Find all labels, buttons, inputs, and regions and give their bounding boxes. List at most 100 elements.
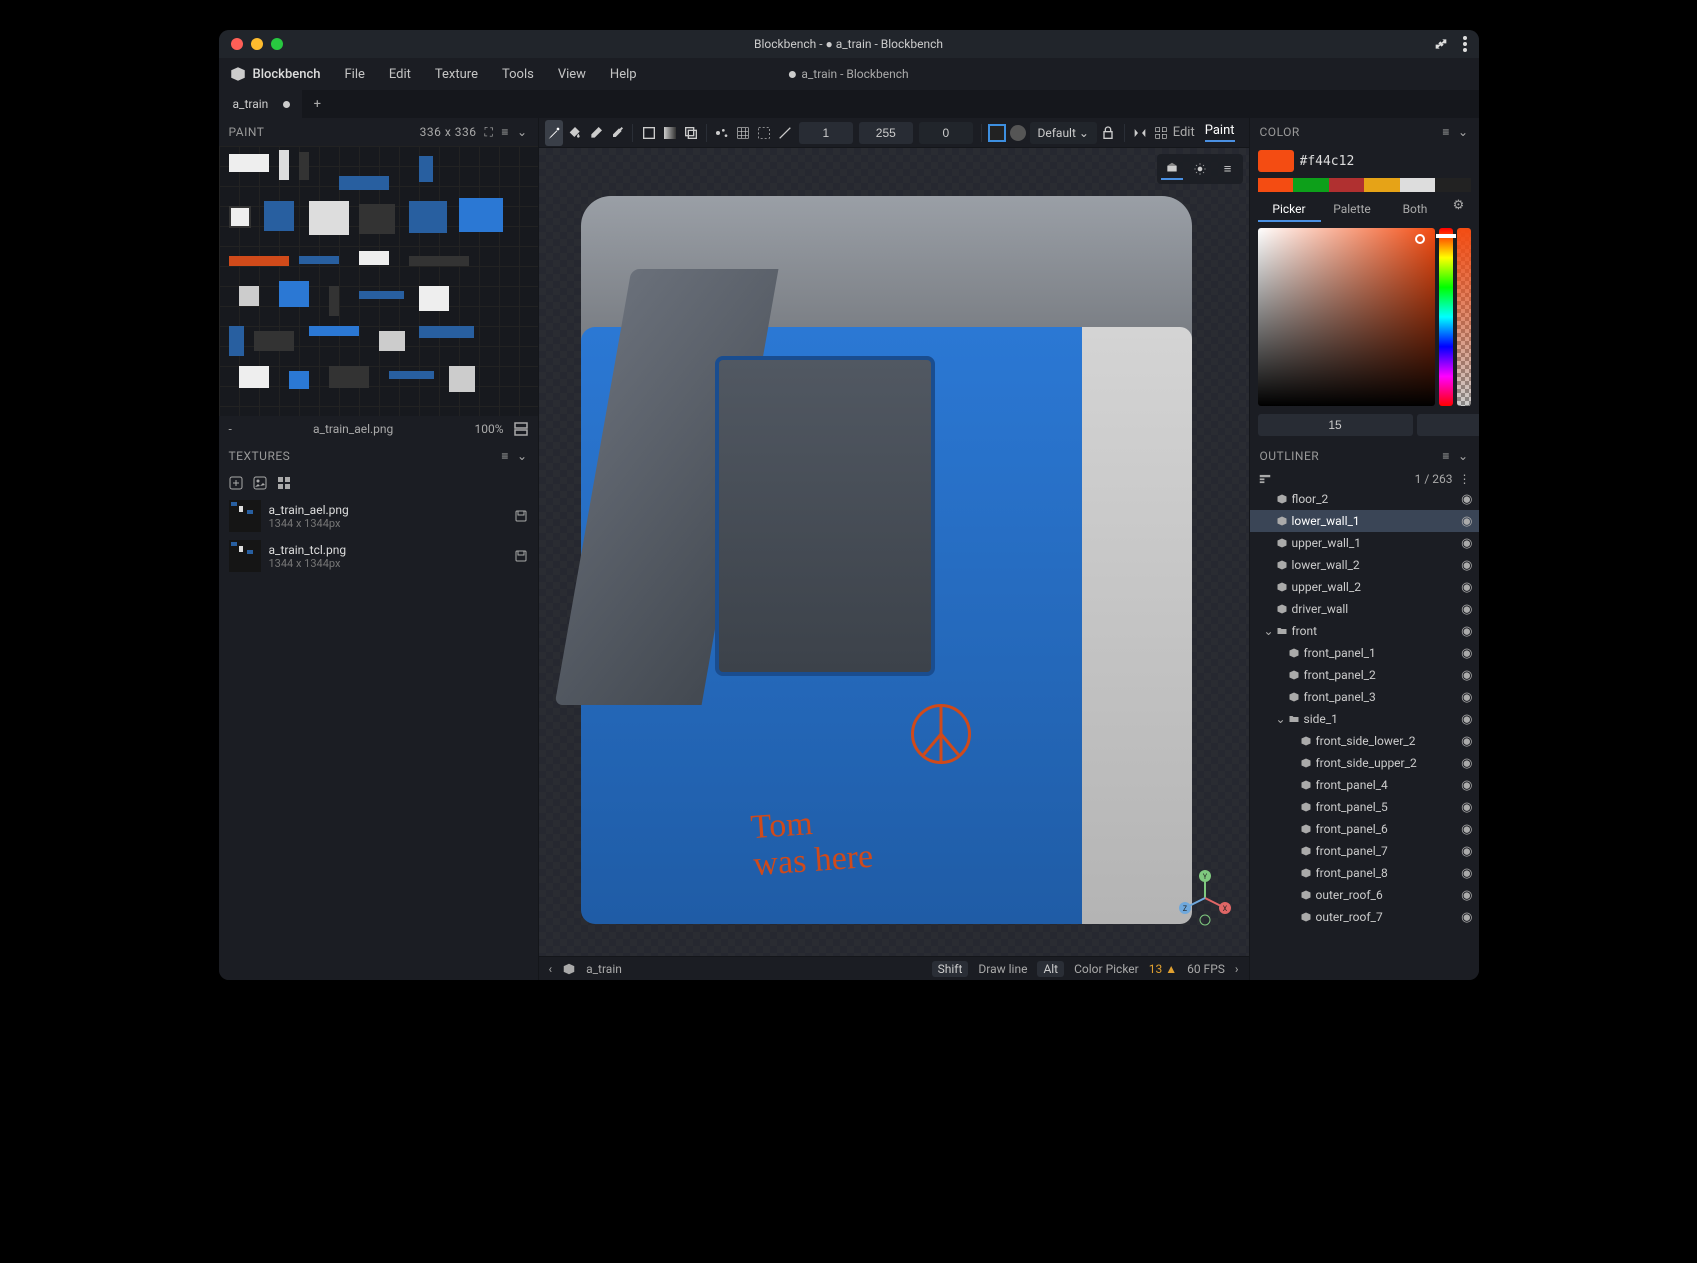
visibility-toggle-icon[interactable]: ◉ bbox=[1461, 580, 1472, 595]
visibility-toggle-icon[interactable]: ◉ bbox=[1461, 734, 1472, 749]
visibility-toggle-icon[interactable]: ◉ bbox=[1461, 822, 1472, 837]
mode-paint[interactable]: Paint bbox=[1205, 123, 1235, 142]
outliner-cube[interactable]: front_panel_2◉ bbox=[1250, 664, 1479, 686]
outliner-cube[interactable]: front_side_lower_2◉ bbox=[1250, 730, 1479, 752]
hue-slider[interactable] bbox=[1439, 228, 1453, 406]
panel-menu-icon[interactable]: ≡ bbox=[1442, 449, 1450, 463]
outliner-cube[interactable]: driver_wall◉ bbox=[1250, 598, 1479, 620]
kebab-menu-icon[interactable] bbox=[1463, 36, 1467, 52]
line-tool-icon[interactable] bbox=[776, 120, 795, 146]
palette-swatch[interactable] bbox=[1364, 178, 1400, 192]
visibility-toggle-icon[interactable]: ◉ bbox=[1461, 712, 1472, 727]
color-tab-both[interactable]: Both bbox=[1384, 198, 1447, 222]
outliner-cube[interactable]: outer_roof_7◉ bbox=[1250, 906, 1479, 928]
panel-menu-icon[interactable]: ≡ bbox=[501, 125, 509, 139]
panel-menu-icon[interactable]: ≡ bbox=[501, 449, 509, 463]
gradient-tool-icon[interactable] bbox=[660, 120, 679, 146]
saturation-value-box[interactable] bbox=[1258, 228, 1435, 406]
visibility-toggle-icon[interactable]: ◉ bbox=[1461, 910, 1472, 925]
outliner-tree[interactable]: floor_2◉lower_wall_1◉upper_wall_1◉lower_… bbox=[1250, 488, 1479, 980]
palette-swatch[interactable] bbox=[1435, 178, 1471, 192]
outliner-cube[interactable]: front_panel_8◉ bbox=[1250, 862, 1479, 884]
uv-editor-canvas[interactable] bbox=[219, 146, 538, 416]
texture-item[interactable]: a_train_tcl.png 1344 x 1344px bbox=[219, 536, 538, 576]
mirror-paint-icon[interactable] bbox=[1131, 120, 1150, 146]
save-texture-icon[interactable] bbox=[514, 509, 528, 523]
visibility-toggle-icon[interactable]: ◉ bbox=[1461, 536, 1472, 551]
palette-swatch[interactable] bbox=[1329, 178, 1365, 192]
visibility-toggle-icon[interactable]: ◉ bbox=[1461, 756, 1472, 771]
status-prev-icon[interactable]: ‹ bbox=[549, 962, 553, 976]
outliner-cube[interactable]: upper_wall_2◉ bbox=[1250, 576, 1479, 598]
palette-swatch[interactable] bbox=[1258, 178, 1294, 192]
palette-swatch[interactable] bbox=[1293, 178, 1329, 192]
outliner-group[interactable]: ⌄side_1◉ bbox=[1250, 708, 1479, 730]
visibility-toggle-icon[interactable]: ◉ bbox=[1461, 844, 1472, 859]
expand-chevron-icon[interactable]: ⌄ bbox=[1274, 712, 1288, 726]
mirror-square-icon[interactable] bbox=[988, 120, 1007, 146]
texture-grid-icon[interactable] bbox=[277, 476, 291, 490]
outliner-cube[interactable]: front_side_upper_2◉ bbox=[1250, 752, 1479, 774]
menu-help[interactable]: Help bbox=[600, 63, 647, 86]
visibility-toggle-icon[interactable]: ◉ bbox=[1461, 624, 1472, 639]
visibility-toggle-icon[interactable]: ◉ bbox=[1461, 888, 1472, 903]
mode-edit[interactable]: Edit bbox=[1173, 125, 1195, 140]
visibility-toggle-icon[interactable]: ◉ bbox=[1461, 778, 1472, 793]
brush-softness-input[interactable] bbox=[919, 122, 973, 144]
menu-file[interactable]: File bbox=[334, 63, 374, 86]
color-grid-icon[interactable] bbox=[1152, 120, 1171, 146]
current-color-swatch[interactable] bbox=[1258, 150, 1294, 172]
brush-preset-icon[interactable] bbox=[713, 120, 732, 146]
hue-input[interactable] bbox=[1258, 414, 1413, 436]
color-tab-palette[interactable]: Palette bbox=[1321, 198, 1384, 222]
import-texture-icon[interactable] bbox=[253, 476, 267, 490]
add-tab-button[interactable]: + bbox=[302, 90, 332, 118]
panel-menu-icon[interactable]: ≡ bbox=[1442, 125, 1450, 139]
fullscreen-icon[interactable]: ⛶ bbox=[485, 125, 494, 140]
mirror-circle-icon[interactable] bbox=[1009, 120, 1028, 146]
status-next-icon[interactable]: › bbox=[1235, 962, 1239, 976]
project-tab-active[interactable]: a_train bbox=[219, 90, 303, 118]
palette-swatch[interactable] bbox=[1400, 178, 1436, 192]
outliner-cube[interactable]: front_panel_4◉ bbox=[1250, 774, 1479, 796]
eraser-tool-icon[interactable] bbox=[586, 120, 605, 146]
visibility-toggle-icon[interactable]: ◉ bbox=[1461, 514, 1472, 529]
maximize-window-button[interactable] bbox=[271, 38, 283, 50]
sat-input[interactable] bbox=[1417, 414, 1479, 436]
hue-handle-icon[interactable] bbox=[1436, 234, 1456, 238]
brush-tool-icon[interactable] bbox=[545, 120, 564, 146]
outliner-cube[interactable]: floor_2◉ bbox=[1250, 488, 1479, 510]
copy-tool-icon[interactable] bbox=[681, 120, 700, 146]
outliner-cube[interactable]: front_panel_7◉ bbox=[1250, 840, 1479, 862]
outliner-more-icon[interactable]: ⋮ bbox=[1459, 472, 1471, 486]
visibility-toggle-icon[interactable]: ◉ bbox=[1461, 866, 1472, 881]
menu-edit[interactable]: Edit bbox=[379, 63, 421, 86]
color-tab-picker[interactable]: Picker bbox=[1258, 198, 1321, 222]
color-hex-input[interactable] bbox=[1300, 154, 1469, 169]
outliner-toggle-icon[interactable] bbox=[1258, 472, 1272, 486]
outliner-cube[interactable]: lower_wall_1◉ bbox=[1250, 510, 1479, 532]
panel-collapse-icon[interactable]: ⌄ bbox=[517, 125, 528, 139]
visibility-toggle-icon[interactable]: ◉ bbox=[1461, 602, 1472, 617]
selection-tool-icon[interactable] bbox=[755, 120, 774, 146]
menu-tools[interactable]: Tools bbox=[492, 63, 544, 86]
minimize-window-button[interactable] bbox=[251, 38, 263, 50]
quick-palette[interactable] bbox=[1258, 178, 1471, 192]
extension-icon[interactable] bbox=[1433, 36, 1449, 52]
outliner-cube[interactable]: outer_roof_6◉ bbox=[1250, 884, 1479, 906]
brush-size-input[interactable] bbox=[799, 122, 853, 144]
outliner-cube[interactable]: front_panel_1◉ bbox=[1250, 642, 1479, 664]
3d-viewport[interactable]: Tom was here ≡ bbox=[539, 148, 1249, 956]
eyedropper-tool-icon[interactable] bbox=[607, 120, 626, 146]
menu-view[interactable]: View bbox=[548, 63, 596, 86]
panel-collapse-icon[interactable]: ⌄ bbox=[1458, 449, 1469, 463]
visibility-toggle-icon[interactable]: ◉ bbox=[1461, 690, 1472, 705]
outliner-group[interactable]: ⌄front◉ bbox=[1250, 620, 1479, 642]
alpha-slider[interactable] bbox=[1457, 228, 1471, 406]
visibility-toggle-icon[interactable]: ◉ bbox=[1461, 668, 1472, 683]
expand-chevron-icon[interactable]: ⌄ bbox=[1262, 624, 1276, 638]
center-project-tab[interactable]: a_train - Blockbench bbox=[788, 67, 908, 81]
light-toggle-icon[interactable] bbox=[1189, 158, 1211, 180]
viewport-menu-icon[interactable]: ≡ bbox=[1217, 158, 1239, 180]
outliner-cube[interactable]: front_panel_6◉ bbox=[1250, 818, 1479, 840]
